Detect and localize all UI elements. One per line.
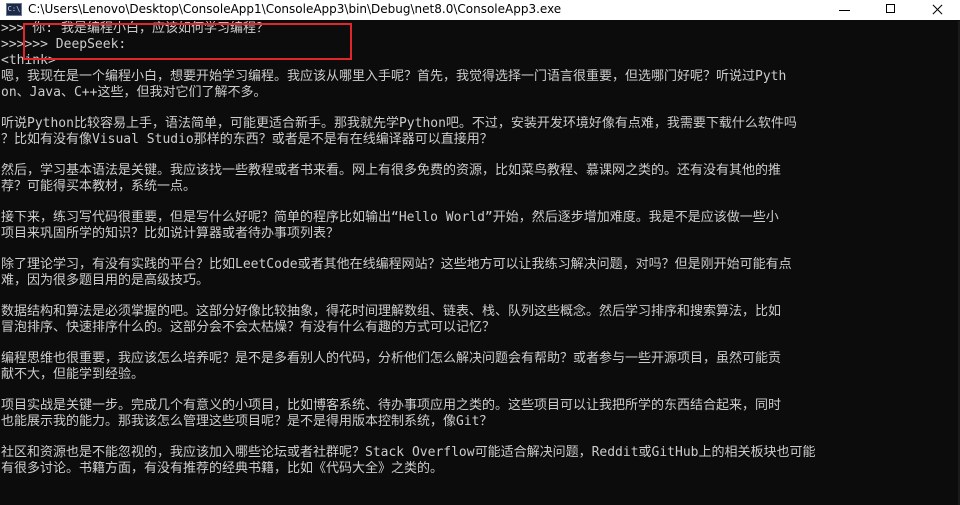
response-line: 编程思维也很重要，我应该怎么培养呢？是不是多看别人的代码，分析他们怎么解决问题会… [1, 351, 782, 366]
response-line: 项目实战是关键一步。完成几个有意义的小项目，比如博客系统、待办事项应用之类的。这… [1, 398, 782, 413]
response-line: on、Java、C++这些，但我对它们了解不多。 [1, 85, 267, 100]
console-output[interactable]: >>> 你: 我是编程小白，应该如何学习编程？ >>>>>> DeepSeek:… [0, 21, 958, 505]
maximize-button[interactable] [868, 0, 914, 20]
user-prompt-line: >>> 你: 我是编程小白，应该如何学习编程？ [1, 21, 269, 36]
response-line: 献不大，但能学到经验。 [1, 367, 145, 382]
title-bar[interactable]: C:\ C:\Users\Lenovo\Desktop\ConsoleApp1\… [0, 0, 960, 20]
maximize-icon [886, 4, 895, 13]
console-window: C:\ C:\Users\Lenovo\Desktop\ConsoleApp1\… [0, 0, 960, 505]
response-line: 有很多讨论。书籍方面，有没有推荐的经典书籍，比如《代码大全》之类的。 [1, 461, 444, 476]
response-line: 冒泡排序、快速排序什么的。这部分会不会太枯燥？有没有什么有趣的方式可以记忆？ [1, 320, 496, 335]
minimize-button[interactable] [822, 0, 868, 20]
console-app-icon: C:\ [6, 3, 22, 16]
response-line: 项目来巩固所学的知识？比如说计算器或者待办事项列表？ [1, 226, 340, 241]
close-icon [914, 0, 960, 20]
response-line: 荐？可能得买本教材，系统一点。 [1, 179, 197, 194]
response-line: 社区和资源也是不能忽视的，我应该加入哪些论坛或者社群呢？Stack Overfl… [1, 445, 816, 460]
response-line: 听说Python比较容易上手，语法简单，可能更适合新手。那我就先学Python吧… [1, 116, 797, 131]
response-line: 嗯，我现在是一个编程小白，想要开始学习编程。我应该从哪里入手呢？首先，我觉得选择… [1, 69, 787, 84]
assistant-reply-header: >>>>>> DeepSeek: [1, 37, 127, 52]
response-line: 难，因为很多题目用的是高级技巧。 [1, 273, 210, 288]
response-line: ？比如有没有像Visual Studio那样的东西？或者是不是有在线编译器可以直… [1, 132, 493, 147]
response-line: 也能展示我的能力。那我该怎么管理这些项目呢？是不是得用版本控制系统，像Git？ [1, 414, 493, 429]
minimize-icon [839, 10, 850, 11]
response-line: 接下来，练习写代码很重要，但是写什么好呢？简单的程序比如输出“Hello Wor… [1, 210, 779, 225]
close-button[interactable] [914, 0, 960, 20]
think-tag: <think> [1, 53, 56, 68]
response-line: 然后，学习基本语法是关键。我应该找一些教程或者书来看。网上有很多免费的资源，比如… [1, 163, 782, 178]
response-line: 除了理论学习，有没有实践的平台？比如LeetCode或者其他在线编程网站？这些地… [1, 257, 792, 272]
window-title: C:\Users\Lenovo\Desktop\ConsoleApp1\Cons… [28, 2, 562, 16]
response-paragraphs: 嗯，我现在是一个编程小白，想要开始学习编程。我应该从哪里入手呢？首先，我觉得选择… [0, 69, 958, 477]
response-line: 数据结构和算法是必须掌握的吧。这部分好像比较抽象，得花时间理解数组、链表、栈、队… [1, 304, 782, 319]
